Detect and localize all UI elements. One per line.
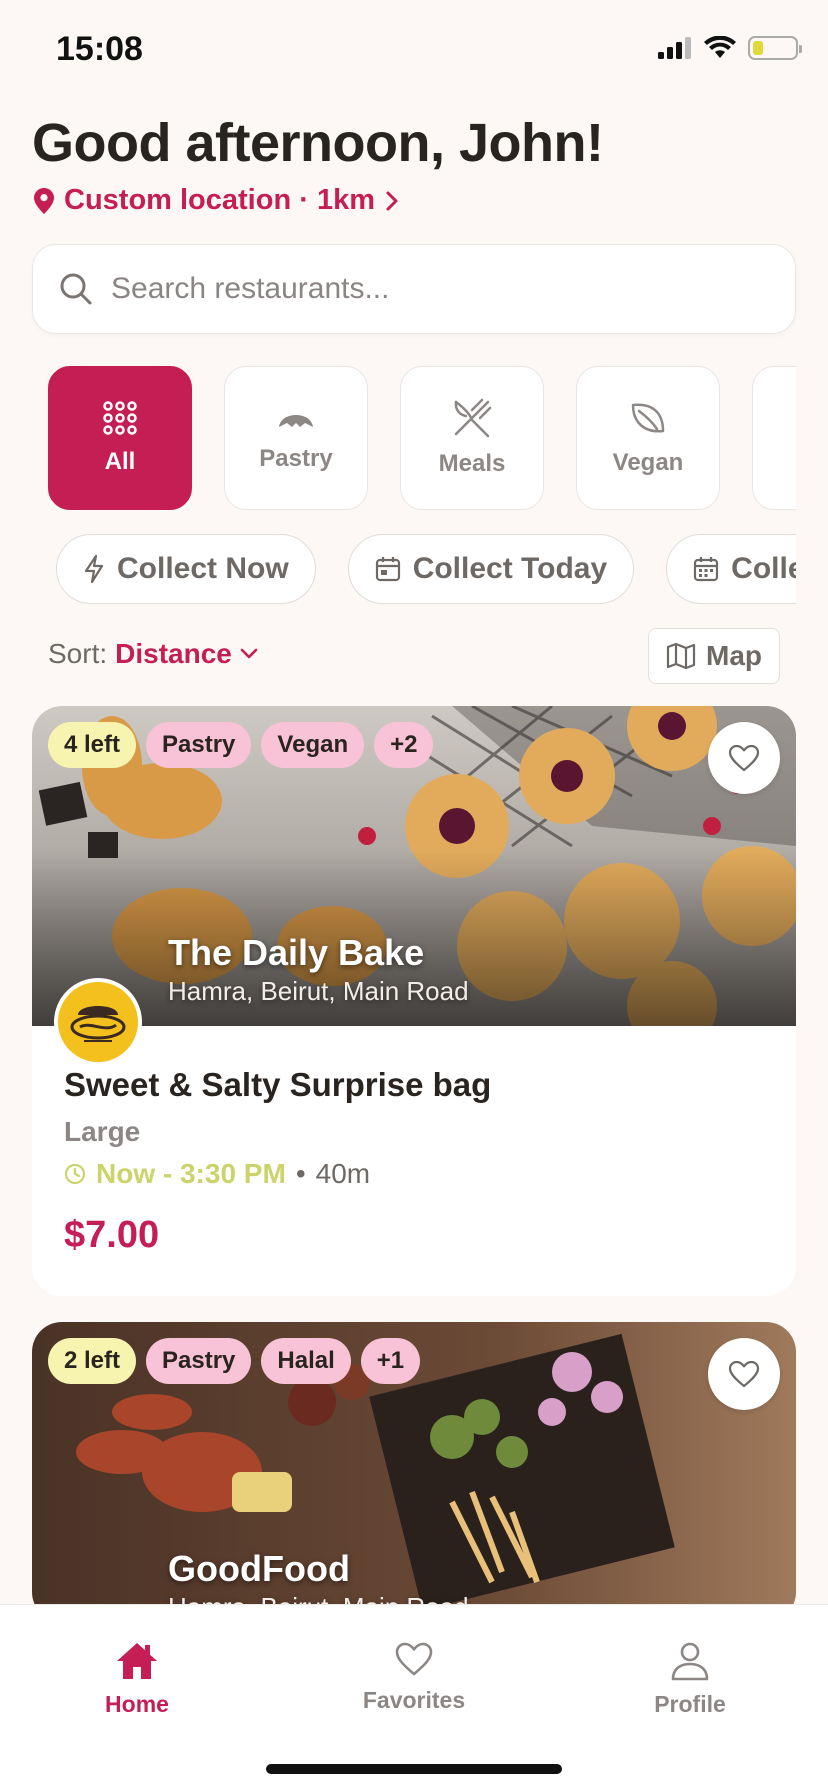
sort-value: Distance <box>115 638 232 669</box>
sort-label: Sort: <box>48 638 108 669</box>
more-tags-badge: +2 <box>374 722 434 768</box>
category-pastry[interactable]: Pastry <box>224 366 368 510</box>
filter-label: Collect Today <box>412 552 608 585</box>
tab-home[interactable]: Home <box>62 1641 212 1718</box>
tab-label: Favorites <box>362 1687 466 1713</box>
favorite-button[interactable] <box>708 722 780 794</box>
leaf-icon <box>631 403 665 433</box>
lightning-icon <box>84 554 104 584</box>
bag-price: $7.00 <box>64 1214 160 1256</box>
location-pin-icon <box>34 187 54 214</box>
search-icon <box>60 273 92 305</box>
badge-list: 4 left Pastry Vegan +2 <box>48 722 434 768</box>
search-input[interactable] <box>111 272 751 306</box>
chevron-down-icon <box>240 648 258 659</box>
more-tags-badge: +1 <box>360 1338 421 1384</box>
store-logo <box>54 978 142 1066</box>
tab-label: Profile <box>654 1691 726 1717</box>
heart-icon <box>728 1360 760 1388</box>
offer-card[interactable]: 4 left Pastry Vegan +2 The Daily Bake Ha… <box>32 706 796 1296</box>
map-icon <box>666 642 696 670</box>
greeting-title: Good afternoon, John! <box>32 113 604 173</box>
stock-badge: 4 left <box>48 722 137 768</box>
user-icon <box>671 1642 709 1681</box>
filter-collect-partial[interactable]: Colle <box>666 534 796 604</box>
pickup-time: Now - 3:30 PM • 40m <box>64 1158 370 1190</box>
category-vegan[interactable]: Vegan <box>576 366 720 510</box>
store-name: GoodFood <box>168 1548 350 1589</box>
clock-icon <box>64 1163 86 1185</box>
status-time: 15:08 <box>56 30 143 68</box>
travel-duration: 40m <box>315 1158 371 1189</box>
wifi-icon <box>704 36 736 58</box>
category-meals[interactable]: Meals <box>400 366 544 510</box>
tag-badge: Halal <box>261 1338 351 1384</box>
calendar-icon <box>375 557 400 582</box>
calendar-icon <box>694 557 719 582</box>
sort-control[interactable]: Sort: Distance <box>48 638 258 670</box>
battery-icon <box>748 36 802 60</box>
offer-card[interactable]: 2 left Pastry Halal +1 GoodFood Hamra, B… <box>32 1322 796 1622</box>
location-selector[interactable]: Custom location · 1km <box>34 184 399 217</box>
signal-icon <box>658 37 691 59</box>
stock-badge: 2 left <box>48 1338 137 1384</box>
filter-label: Colle <box>731 552 796 585</box>
filter-label: Collect Now <box>117 552 289 585</box>
tag-badge: Pastry <box>146 722 252 768</box>
location-label: Custom location · 1km <box>64 184 375 216</box>
croissant-icon <box>279 415 313 427</box>
grid-icon <box>103 401 137 435</box>
fork-knife-icon <box>454 398 492 438</box>
time-separator: • <box>295 1158 306 1189</box>
bakery-logo-icon <box>70 1006 126 1042</box>
status-icons <box>658 36 802 60</box>
store-name: The Daily Bake <box>168 932 425 973</box>
filter-collect-now[interactable]: Collect Now <box>56 534 316 604</box>
bag-size: Large <box>64 1116 141 1147</box>
store-address: Hamra, Beirut, Main Road <box>168 976 469 1006</box>
badge-list: 2 left Pastry Halal +1 <box>48 1338 421 1384</box>
bag-title: Sweet & Salty Surprise bag <box>64 1066 492 1103</box>
map-button[interactable]: Map <box>648 628 780 684</box>
heart-icon <box>728 744 760 772</box>
heart-icon <box>395 1642 433 1676</box>
tab-favorites[interactable]: Favorites <box>339 1641 489 1714</box>
category-label: All <box>104 448 136 475</box>
favorite-button[interactable] <box>708 1338 780 1410</box>
search-bar[interactable] <box>32 244 796 334</box>
tab-label: Home <box>105 1691 169 1717</box>
tab-profile[interactable]: Profile <box>615 1641 765 1718</box>
category-list: All Pastry Meals Vegan V <box>48 366 796 510</box>
category-label: Meals <box>438 450 506 477</box>
tag-badge: Vegan <box>261 722 365 768</box>
filter-chips: Collect Now Collect Today Colle <box>56 534 796 606</box>
category-partial[interactable]: V <box>752 366 796 510</box>
home-icon <box>117 1643 157 1679</box>
time-window: Now - 3:30 PM <box>96 1158 286 1189</box>
map-label: Map <box>706 640 762 671</box>
tag-badge: Pastry <box>146 1338 252 1384</box>
category-all[interactable]: All <box>48 366 192 510</box>
category-label: Vegan <box>612 449 684 476</box>
status-bar: 15:08 <box>0 0 828 100</box>
chevron-right-icon <box>386 191 398 210</box>
filter-collect-today[interactable]: Collect Today <box>347 534 635 604</box>
home-indicator <box>266 1764 562 1774</box>
category-label: Pastry <box>259 445 333 472</box>
